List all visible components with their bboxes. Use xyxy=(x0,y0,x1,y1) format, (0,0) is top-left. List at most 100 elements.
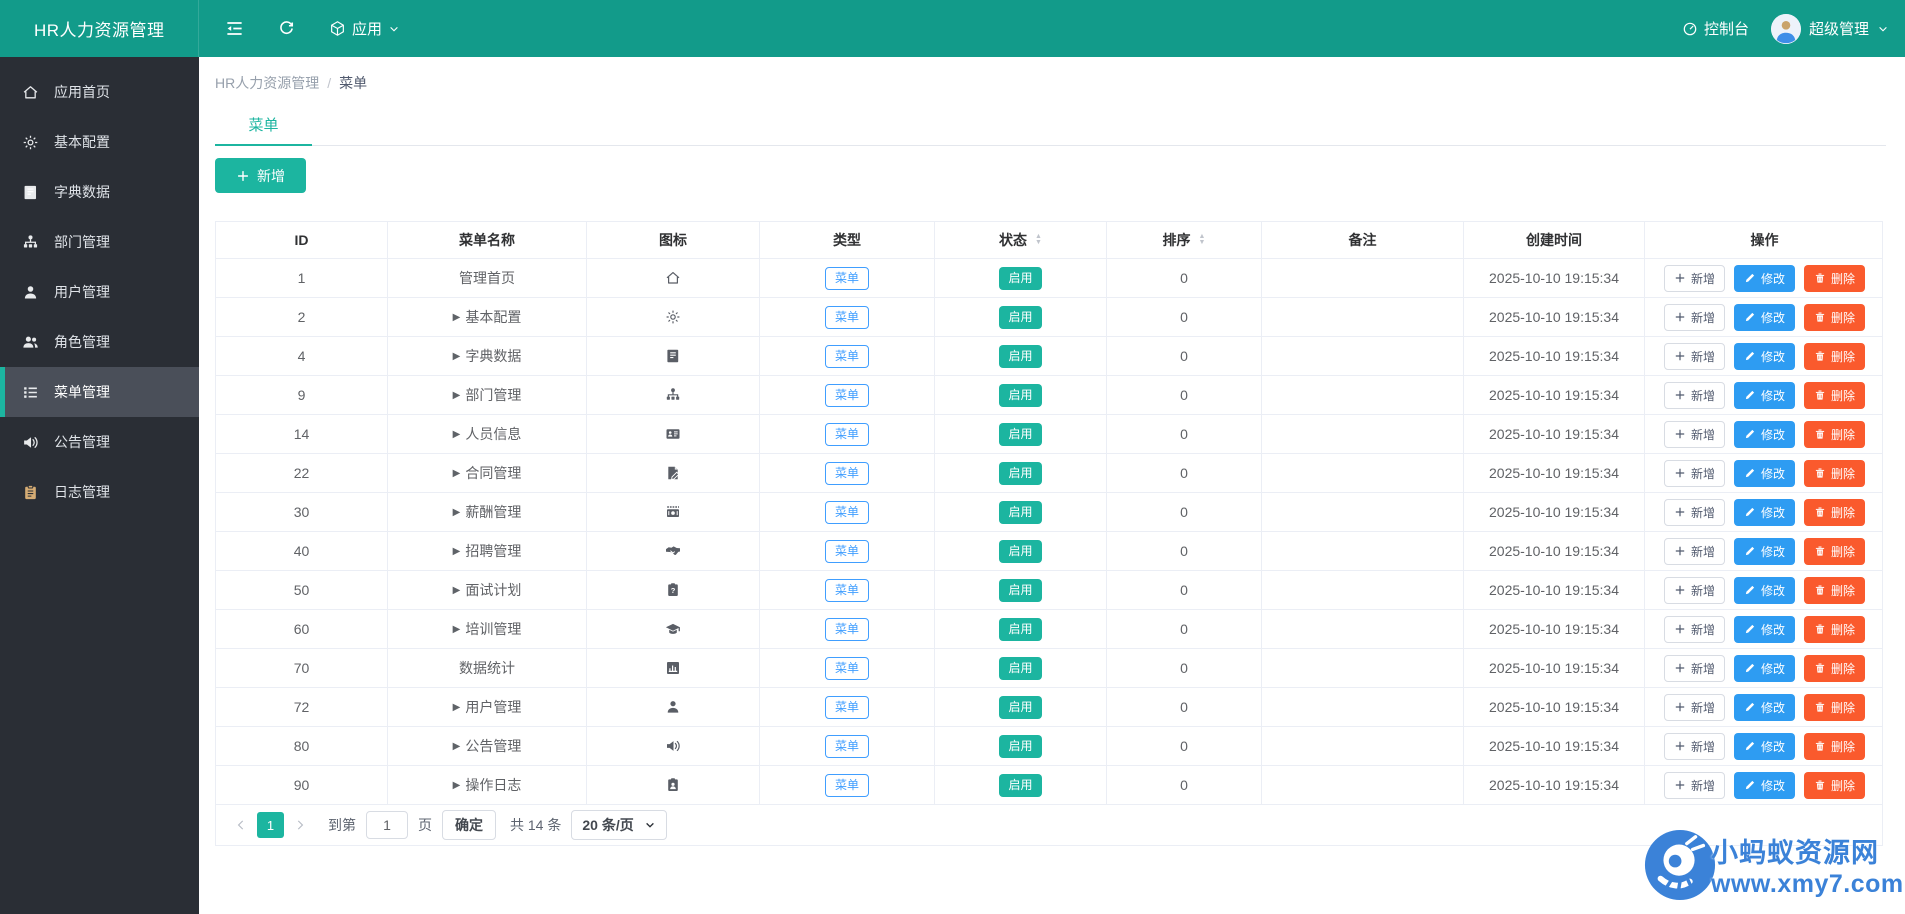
expand-caret-icon[interactable]: ▶ xyxy=(453,702,461,713)
column-header-5[interactable]: 状态 ▲▼ xyxy=(935,222,1107,258)
row-edit-button[interactable]: 修改 xyxy=(1734,343,1795,370)
expand-caret-icon[interactable]: ▶ xyxy=(453,429,461,440)
page-input[interactable] xyxy=(366,811,408,839)
cell-created: 2025-10-10 19:15:34 xyxy=(1464,415,1645,453)
row-edit-button[interactable]: 修改 xyxy=(1734,460,1795,487)
column-header-label: 状态 xyxy=(999,230,1027,250)
prev-page-button[interactable] xyxy=(235,812,247,838)
row-edit-button[interactable]: 修改 xyxy=(1734,499,1795,526)
row-delete-button[interactable]: 删除 xyxy=(1804,304,1865,331)
sort-carets-icon[interactable]: ▲▼ xyxy=(1035,234,1042,246)
cell-menu-name[interactable]: ▶用户管理 xyxy=(388,688,587,726)
row-add-button[interactable]: 新增 xyxy=(1664,265,1725,292)
row-add-button[interactable]: 新增 xyxy=(1664,382,1725,409)
row-delete-button[interactable]: 删除 xyxy=(1804,538,1865,565)
tab-menu[interactable]: 菜单 xyxy=(215,106,312,146)
row-edit-button[interactable]: 修改 xyxy=(1734,772,1795,799)
cell-menu-name[interactable]: ▶合同管理 xyxy=(388,454,587,492)
row-delete-button[interactable]: 删除 xyxy=(1804,616,1865,643)
expand-caret-icon[interactable]: ▶ xyxy=(453,312,461,323)
page-number-button[interactable]: 1 xyxy=(257,812,284,838)
refresh-icon[interactable] xyxy=(278,20,295,37)
cell-menu-name[interactable]: ▶部门管理 xyxy=(388,376,587,414)
console-button[interactable]: 控制台 xyxy=(1682,18,1749,39)
expand-caret-icon[interactable]: ▶ xyxy=(453,780,461,791)
expand-caret-icon[interactable]: ▶ xyxy=(453,585,461,596)
cell-menu-name[interactable]: ▶薪酬管理 xyxy=(388,493,587,531)
sidebar-item-dept[interactable]: 部门管理 xyxy=(0,217,199,267)
sidebar-item-role[interactable]: 角色管理 xyxy=(0,317,199,367)
row-delete-button[interactable]: 删除 xyxy=(1804,655,1865,682)
row-edit-button[interactable]: 修改 xyxy=(1734,616,1795,643)
row-add-button[interactable]: 新增 xyxy=(1664,733,1725,760)
cell-menu-name[interactable]: ▶操作日志 xyxy=(388,766,587,804)
expand-caret-icon[interactable]: ▶ xyxy=(453,468,461,479)
row-delete-button[interactable]: 删除 xyxy=(1804,733,1865,760)
row-add-button[interactable]: 新增 xyxy=(1664,694,1725,721)
row-add-button[interactable]: 新增 xyxy=(1664,616,1725,643)
row-add-button[interactable]: 新增 xyxy=(1664,538,1725,565)
cell-menu-name[interactable]: ▶招聘管理 xyxy=(388,532,587,570)
cell-menu-name[interactable]: ▶字典数据 xyxy=(388,337,587,375)
row-delete-button[interactable]: 删除 xyxy=(1804,460,1865,487)
row-delete-button[interactable]: 删除 xyxy=(1804,577,1865,604)
sidebar-item-config[interactable]: 基本配置 xyxy=(0,117,199,167)
cell-menu-name[interactable]: ▶培训管理 xyxy=(388,610,587,648)
cell-menu-name[interactable]: ▶基本配置 xyxy=(388,298,587,336)
row-add-button[interactable]: 新增 xyxy=(1664,304,1725,331)
sidebar-item-notice[interactable]: 公告管理 xyxy=(0,417,199,467)
column-header-6[interactable]: 排序▲▼ xyxy=(1107,222,1262,258)
cell-menu-name[interactable]: ▶公告管理 xyxy=(388,727,587,765)
cell-icon xyxy=(587,649,760,687)
row-add-button[interactable]: 新增 xyxy=(1664,343,1725,370)
sidebar-item-menu[interactable]: 菜单管理 xyxy=(0,367,199,417)
row-edit-button[interactable]: 修改 xyxy=(1734,304,1795,331)
row-delete-button[interactable]: 删除 xyxy=(1804,694,1865,721)
row-edit-button[interactable]: 修改 xyxy=(1734,538,1795,565)
expand-caret-icon[interactable]: ▶ xyxy=(453,351,461,362)
sidebar-item-home[interactable]: 应用首页 xyxy=(0,67,199,117)
row-add-button[interactable]: 新增 xyxy=(1664,460,1725,487)
row-edit-button[interactable]: 修改 xyxy=(1734,577,1795,604)
row-delete-button[interactable]: 删除 xyxy=(1804,499,1865,526)
expand-caret-icon[interactable]: ▶ xyxy=(453,507,461,518)
row-add-button[interactable]: 新增 xyxy=(1664,499,1725,526)
page-size-select[interactable]: 20 条/页 xyxy=(571,810,666,840)
row-edit-button[interactable]: 修改 xyxy=(1734,382,1795,409)
row-add-button[interactable]: 新增 xyxy=(1664,421,1725,448)
sidebar-item-user[interactable]: 用户管理 xyxy=(0,267,199,317)
cell-menu-name[interactable]: ▶人员信息 xyxy=(388,415,587,453)
breadcrumb-root[interactable]: HR人力资源管理 xyxy=(215,73,319,93)
sidebar-item-dict[interactable]: 字典数据 xyxy=(0,167,199,217)
next-page-button[interactable] xyxy=(294,812,306,838)
expand-caret-icon[interactable]: ▶ xyxy=(453,546,461,557)
row-delete-button[interactable]: 删除 xyxy=(1804,382,1865,409)
status-badge: 启用 xyxy=(999,774,1041,797)
row-edit-button[interactable]: 修改 xyxy=(1734,421,1795,448)
add-button[interactable]: 新增 xyxy=(215,158,306,193)
menu-collapse-icon[interactable] xyxy=(225,19,244,38)
app-menu-dropdown[interactable]: 应用 xyxy=(329,18,400,39)
confirm-page-button[interactable]: 确定 xyxy=(442,810,496,840)
expand-caret-icon[interactable]: ▶ xyxy=(453,390,461,401)
row-add-button[interactable]: 新增 xyxy=(1664,577,1725,604)
plus-icon xyxy=(1674,428,1686,440)
cell-icon xyxy=(587,415,760,453)
row-edit-button[interactable]: 修改 xyxy=(1734,694,1795,721)
sidebar-item-log[interactable]: 日志管理 xyxy=(0,467,199,517)
expand-caret-icon[interactable]: ▶ xyxy=(453,624,461,635)
row-edit-button[interactable]: 修改 xyxy=(1734,733,1795,760)
row-edit-button[interactable]: 修改 xyxy=(1734,265,1795,292)
row-delete-button[interactable]: 删除 xyxy=(1804,343,1865,370)
user-dropdown[interactable]: 超级管理 xyxy=(1771,14,1889,44)
row-delete-button[interactable]: 删除 xyxy=(1804,265,1865,292)
expand-caret-icon[interactable]: ▶ xyxy=(453,741,461,752)
cell-menu-name[interactable]: ▶面试计划 xyxy=(388,571,587,609)
row-delete-button[interactable]: 删除 xyxy=(1804,772,1865,799)
sort-carets-icon[interactable]: ▲▼ xyxy=(1199,234,1206,246)
row-add-button[interactable]: 新增 xyxy=(1664,772,1725,799)
cell-icon xyxy=(587,376,760,414)
row-add-button[interactable]: 新增 xyxy=(1664,655,1725,682)
row-edit-button[interactable]: 修改 xyxy=(1734,655,1795,682)
row-delete-button[interactable]: 删除 xyxy=(1804,421,1865,448)
